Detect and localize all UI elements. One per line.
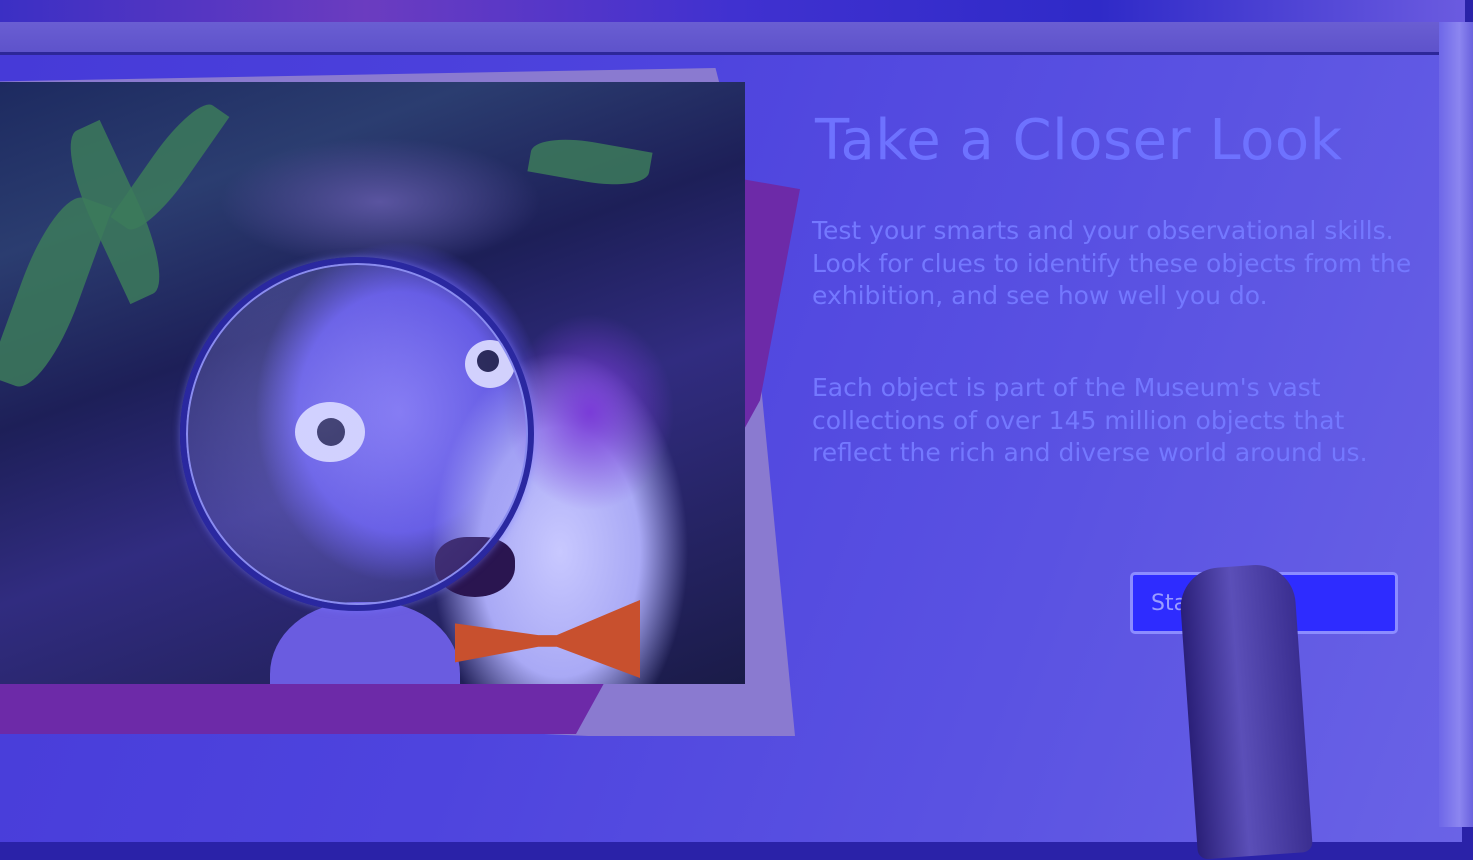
intro-paragraph: Test your smarts and your observational … bbox=[812, 216, 1412, 310]
leaf-shape bbox=[527, 131, 653, 193]
leaf-shape bbox=[110, 94, 230, 240]
collection-paragraph: Each object is part of the Museum's vast… bbox=[812, 373, 1368, 467]
user-finger bbox=[1178, 562, 1313, 860]
magnifying-glass-icon bbox=[180, 257, 534, 611]
hand-shape bbox=[270, 602, 460, 684]
hero-photo bbox=[0, 82, 745, 684]
page-title: Take a Closer Look bbox=[815, 108, 1343, 173]
bowtie-shape bbox=[455, 600, 640, 678]
screen-edge bbox=[1439, 22, 1473, 827]
